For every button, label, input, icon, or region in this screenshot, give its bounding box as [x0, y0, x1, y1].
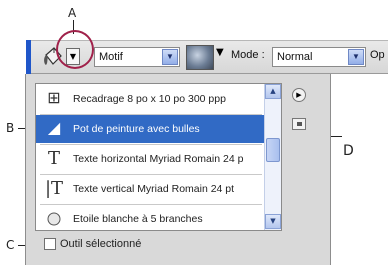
blend-mode-select[interactable]: Normal ▼ — [272, 47, 366, 67]
ellipse-shape-icon — [44, 210, 64, 228]
opacity-label: Op — [370, 49, 385, 61]
fill-source-value: Motif — [99, 51, 123, 63]
pattern-picker-swatch[interactable] — [186, 45, 214, 70]
list-item-label: Texte vertical Myriad Romain 24 pt — [73, 183, 235, 195]
list-item-label: Texte horizontal Myriad Romain 24 p — [73, 153, 244, 165]
list-item[interactable]: ⊞ Recadrage 8 po x 10 po 300 ppp — [36, 85, 265, 113]
list-item[interactable]: Etoile blanche à 5 branches — [36, 205, 265, 230]
vertical-text-tool-icon: |T — [44, 178, 64, 199]
crop-icon: ⊞ — [47, 90, 61, 107]
panel-menu-button[interactable]: ▶ — [292, 88, 306, 102]
blend-mode-value: Normal — [277, 51, 313, 63]
list-item[interactable]: T Texte horizontal Myriad Romain 24 p — [36, 145, 265, 173]
fill-source-select[interactable]: Motif ▼ — [94, 47, 180, 67]
callout-d: D — [343, 143, 354, 159]
scrollbar-thumb[interactable] — [266, 138, 280, 162]
current-tool-only-label: Outil sélectionné — [60, 238, 142, 250]
chevron-down-icon: ▼ — [348, 49, 364, 65]
current-tool-only-checkbox[interactable] — [44, 238, 56, 250]
callout-a: A — [68, 6, 77, 20]
mode-label: Mode : — [231, 49, 265, 61]
preset-list-scrollbar[interactable]: ▲ ▼ — [264, 84, 281, 230]
list-item-label: Etoile blanche à 5 branches — [73, 213, 203, 225]
list-item-selected[interactable]: ◢ Pot de peinture avec bulles — [36, 115, 265, 143]
callout-b: B — [6, 121, 15, 135]
scroll-down-icon[interactable]: ▼ — [265, 214, 281, 229]
paint-bucket-icon: ◢ — [47, 120, 61, 137]
callout-c: C — [6, 238, 15, 252]
list-item-label: Recadrage 8 po x 10 po 300 ppp — [73, 93, 226, 105]
text-tool-icon: T — [47, 148, 60, 169]
triangle-right-icon: ▶ — [296, 91, 302, 99]
chevron-down-icon: ▼ — [162, 49, 178, 65]
list-item-label: Pot de peinture avec bulles — [73, 123, 200, 135]
highlight-ring — [56, 30, 94, 69]
list-item[interactable]: |T Texte vertical Myriad Romain 24 pt — [36, 175, 265, 203]
pattern-dropdown-arrow-icon[interactable]: ▼ — [216, 47, 224, 58]
new-preset-button[interactable] — [292, 118, 306, 130]
tool-preset-list: ⊞ Recadrage 8 po x 10 po 300 ppp ◢ Pot d… — [35, 83, 282, 231]
scroll-up-icon[interactable]: ▲ — [265, 84, 281, 99]
options-bar-accent — [26, 40, 31, 74]
